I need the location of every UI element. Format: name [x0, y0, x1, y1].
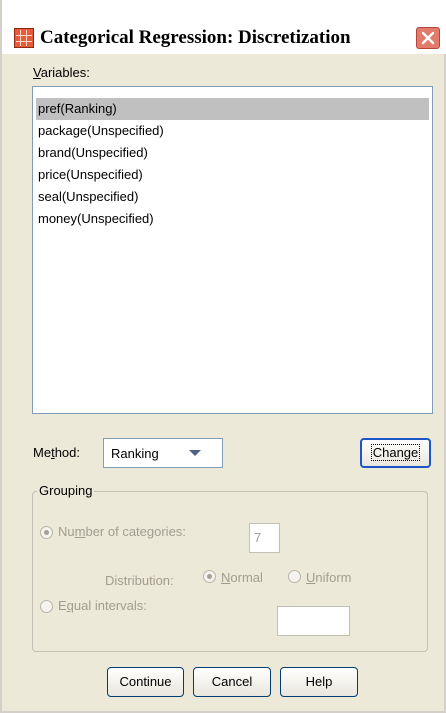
window-title: Categorical Regression: Discretization: [40, 27, 351, 48]
cancel-button[interactable]: Cancel: [193, 667, 271, 697]
equal-intervals-label: Equal intervals:: [58, 598, 147, 613]
variables-listbox[interactable]: pref(Ranking) package(Unspecified) brand…: [32, 86, 433, 414]
equal-intervals-input[interactable]: [277, 606, 350, 636]
chevron-down-icon: [189, 450, 201, 456]
uniform-radio[interactable]: [288, 570, 301, 583]
method-value: Ranking: [111, 446, 159, 461]
help-button[interactable]: Help: [280, 667, 358, 697]
list-item[interactable]: money(Unspecified): [36, 208, 429, 230]
distribution-label: Distribution:: [105, 573, 174, 588]
method-label: Method:: [33, 445, 80, 460]
continue-button[interactable]: Continue: [107, 667, 184, 697]
number-of-categories-input[interactable]: 7: [249, 523, 280, 553]
change-button[interactable]: Change: [360, 438, 431, 468]
normal-radio[interactable]: [203, 570, 216, 583]
method-dropdown[interactable]: Ranking: [103, 438, 223, 468]
number-of-categories-label: Number of categories:: [58, 524, 186, 539]
uniform-label: Uniform: [306, 570, 352, 585]
list-item[interactable]: package(Unspecified): [36, 120, 429, 142]
list-item[interactable]: seal(Unspecified): [36, 186, 429, 208]
list-item[interactable]: pref(Ranking): [36, 98, 429, 120]
grouping-legend: Grouping: [37, 483, 95, 498]
dialog-window: Categorical Regression: Discretization V…: [0, 0, 446, 713]
variables-label: Variables:: [33, 65, 90, 80]
close-icon: [421, 31, 435, 45]
number-of-categories-radio[interactable]: [40, 526, 53, 539]
grid-table-icon: [14, 28, 34, 48]
title-bar[interactable]: Categorical Regression: Discretization: [2, 0, 446, 54]
equal-intervals-radio[interactable]: [40, 600, 53, 613]
list-item[interactable]: brand(Unspecified): [36, 142, 429, 164]
close-button[interactable]: [416, 27, 440, 49]
list-item[interactable]: price(Unspecified): [36, 164, 429, 186]
normal-label: Normal: [221, 570, 263, 585]
